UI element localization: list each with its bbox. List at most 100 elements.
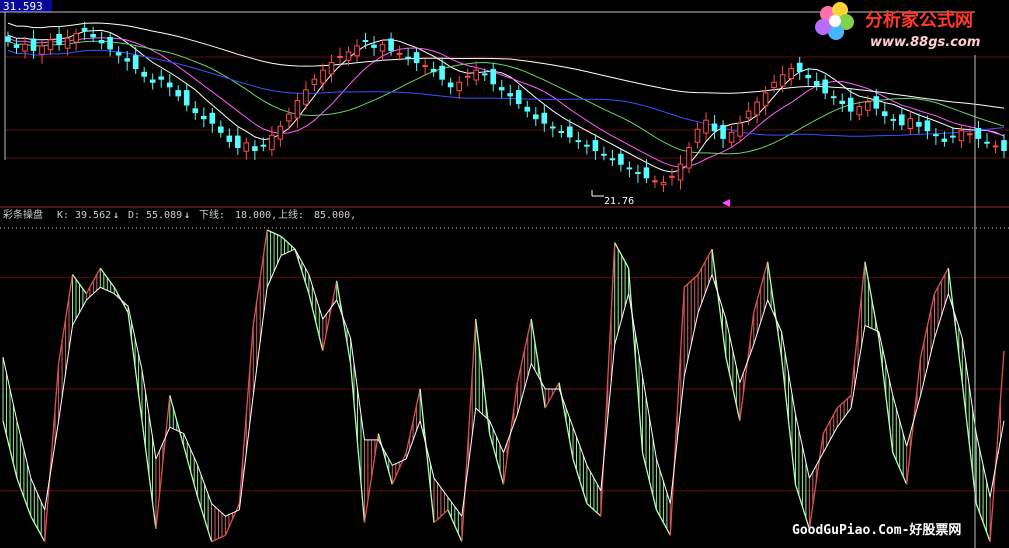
d-arrow-icon: ↓ xyxy=(184,210,190,221)
candle-body xyxy=(592,140,599,152)
candle-body xyxy=(865,101,871,111)
candle-body xyxy=(320,69,326,84)
candle-body xyxy=(379,43,386,52)
candle-body xyxy=(413,52,420,64)
candle-body xyxy=(686,147,692,169)
candle-body xyxy=(218,126,224,133)
candle-body xyxy=(609,158,616,161)
candle-body xyxy=(711,123,718,132)
candle-body xyxy=(507,93,513,97)
candle-body xyxy=(635,172,641,174)
candle-body xyxy=(447,82,454,88)
candle-body xyxy=(643,167,650,179)
candle-body xyxy=(141,71,147,77)
candle-body xyxy=(754,101,760,116)
candle-body xyxy=(90,34,96,38)
watermark: GoodGuPiao.Com-好股票网 xyxy=(792,522,961,538)
candle-body xyxy=(899,114,905,126)
candle-body xyxy=(498,87,505,91)
price-badge: 31.593 xyxy=(3,0,43,13)
candle-body xyxy=(396,52,403,55)
candle-body xyxy=(873,96,880,109)
candle-body xyxy=(337,56,343,58)
candle-body xyxy=(166,82,173,88)
candle-body xyxy=(481,73,488,76)
candle-body xyxy=(975,128,982,139)
candle-body xyxy=(124,58,131,62)
k-arrow-icon: ↓ xyxy=(113,210,119,221)
candle-body xyxy=(958,130,965,142)
candle-body xyxy=(132,55,139,70)
candle-body xyxy=(149,79,156,83)
candle-body xyxy=(456,81,462,92)
chart-stage[interactable]: 31.593 21.76 彩条操盘 K: 39.562 ↓ D: 55.089 … xyxy=(0,0,1009,548)
candle-body xyxy=(830,96,837,99)
candle-body xyxy=(158,76,164,80)
candle-body xyxy=(813,81,820,86)
candle-body xyxy=(745,110,752,119)
candle-body xyxy=(550,126,556,129)
candle-body xyxy=(856,106,863,116)
candle-body xyxy=(98,40,105,44)
candle-body xyxy=(967,133,973,136)
candle-body xyxy=(405,56,411,59)
candle-body xyxy=(183,90,190,106)
candle-body xyxy=(524,106,531,112)
candle-body xyxy=(941,138,948,142)
candle-body xyxy=(652,180,658,183)
candle-body xyxy=(567,126,573,138)
candle-body xyxy=(430,68,437,73)
candle-body xyxy=(796,62,803,73)
candle-body xyxy=(252,146,258,151)
candle-body xyxy=(226,135,233,142)
candle-body xyxy=(882,111,888,117)
candle-body xyxy=(294,100,301,119)
candle-body xyxy=(422,65,428,68)
candle-body xyxy=(439,65,445,80)
candle-body xyxy=(81,27,88,32)
candle-body xyxy=(260,144,267,147)
lower-line-value: 18.000, xyxy=(235,210,277,221)
candle-body xyxy=(703,119,709,134)
candle-body xyxy=(473,69,479,81)
candle-body xyxy=(311,78,318,85)
candle-body xyxy=(728,131,735,143)
candle-body xyxy=(720,125,726,139)
candle-body xyxy=(107,37,113,50)
candle-body xyxy=(5,36,11,42)
d-value: 55.089 xyxy=(146,210,182,221)
candle-body xyxy=(192,108,199,114)
k-value: 39.562 xyxy=(75,210,111,221)
candle-body xyxy=(56,34,62,45)
candle-body xyxy=(626,167,633,170)
candle-body xyxy=(269,134,275,151)
candle-body xyxy=(924,120,931,132)
candle-body xyxy=(362,40,369,42)
candle-body xyxy=(984,141,990,144)
candle-body xyxy=(533,114,539,120)
upper-line-value: 85.000, xyxy=(314,210,356,221)
candle-body xyxy=(916,121,922,127)
candle-body xyxy=(694,128,701,143)
candle-body xyxy=(277,125,284,140)
candle-body xyxy=(822,79,829,94)
candle-body xyxy=(907,118,914,129)
candle-body xyxy=(779,74,786,87)
candle-body xyxy=(933,134,939,137)
candle-body xyxy=(13,44,20,48)
candle-body xyxy=(677,163,684,181)
logo-url: www.88gs.com xyxy=(870,35,980,50)
candle-body xyxy=(464,75,471,78)
candle-body xyxy=(47,39,54,51)
candle-body xyxy=(805,74,812,79)
candle-body xyxy=(303,89,309,105)
candle-body xyxy=(39,45,45,55)
candle-body xyxy=(1001,140,1007,152)
candle-body xyxy=(209,112,216,124)
candle-body xyxy=(201,115,207,120)
candle-body xyxy=(115,52,122,56)
candle-body xyxy=(618,153,624,165)
candle-body xyxy=(584,144,590,147)
candle-body xyxy=(371,44,377,48)
candle-body xyxy=(771,81,777,89)
